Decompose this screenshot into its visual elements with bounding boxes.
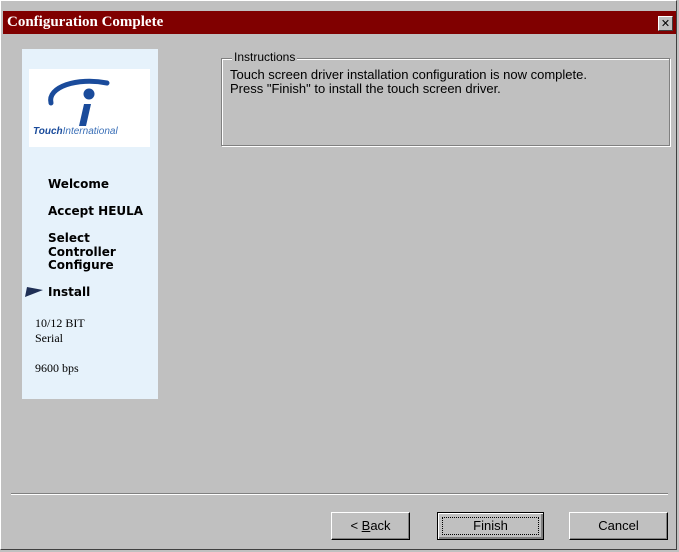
info-bit-mode: 10/12 BIT xyxy=(35,316,85,330)
logo-wordmark: TouchInternational xyxy=(33,126,118,137)
instructions-group: Instructions Touch screen driver install… xyxy=(221,50,670,146)
window-title: Configuration Complete xyxy=(7,14,164,30)
cancel-button[interactable]: Cancel xyxy=(569,512,668,540)
step-welcome: Welcome xyxy=(48,177,110,191)
instructions-line-1: Touch screen driver installation configu… xyxy=(230,67,587,82)
current-step-arrow-icon xyxy=(25,287,43,297)
back-button[interactable]: < Back xyxy=(331,512,410,540)
step-configure: Configure xyxy=(48,258,114,272)
step-select-controller: Select Controller xyxy=(48,231,116,259)
step-install: Install xyxy=(48,285,91,299)
step-accept-heula: Accept HEULA xyxy=(48,204,144,218)
info-interface: Serial xyxy=(35,331,63,345)
close-icon[interactable]: ✕ xyxy=(658,16,673,31)
finish-button[interactable]: Finish xyxy=(437,512,544,540)
installer-dialog: Configuration Complete ✕ TouchInternatio… xyxy=(0,0,677,550)
touch-international-logo: TouchInternational xyxy=(29,69,150,147)
wizard-sidebar: TouchInternational Welcome Accept HEULA … xyxy=(22,49,158,399)
footer-separator xyxy=(11,493,668,495)
info-baud-rate: 9600 bps xyxy=(35,361,79,375)
instructions-text: Touch screen driver installation configu… xyxy=(230,68,587,96)
instructions-legend: Instructions xyxy=(232,50,298,64)
title-bar[interactable]: Configuration Complete ✕ xyxy=(3,11,676,34)
instructions-line-2: Press "Finish" to install the touch scre… xyxy=(230,81,501,96)
